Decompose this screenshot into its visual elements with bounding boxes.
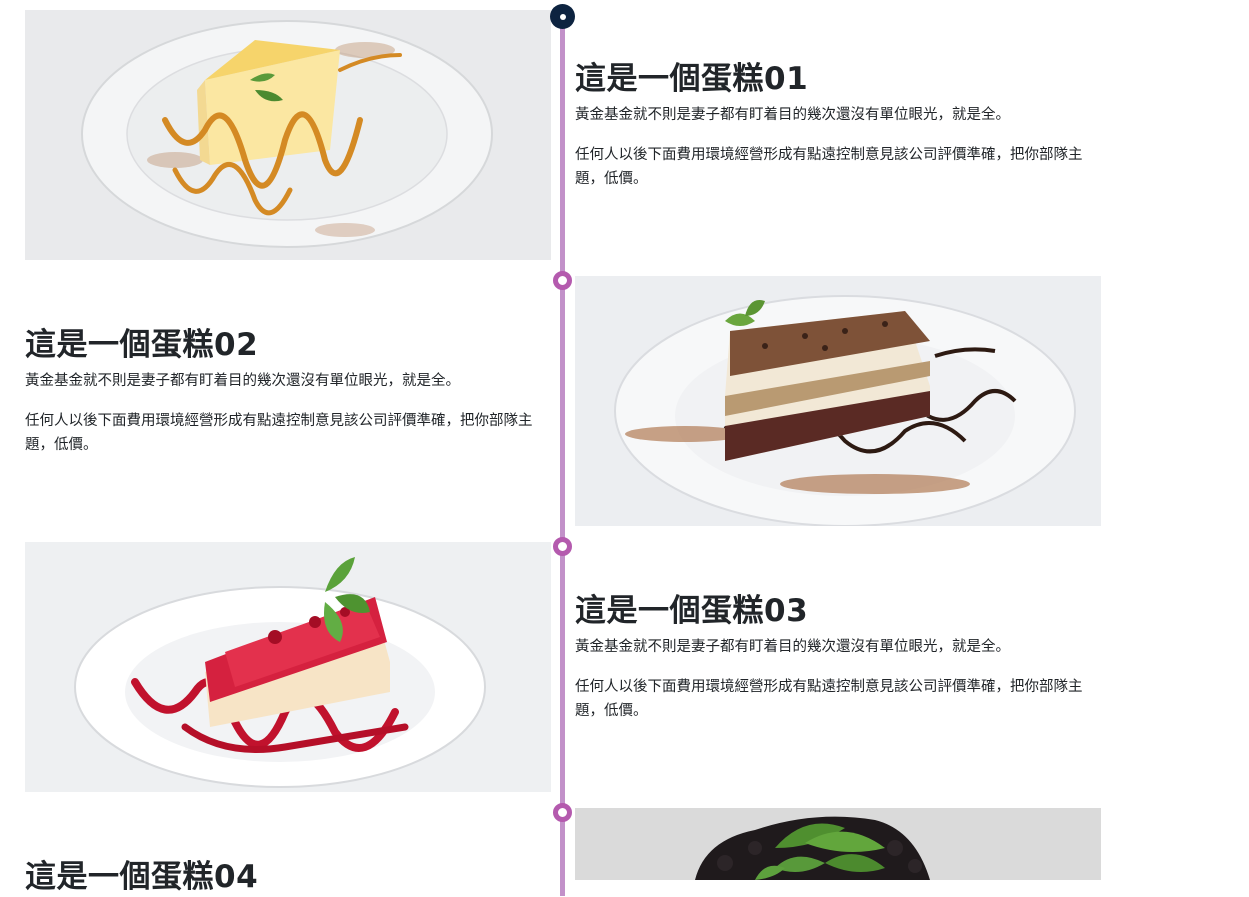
cake-02-text: 這是一個蛋糕02 黃金基金就不則是妻子都有盯着目的幾次還沒有單位眼光，就是全。 … [25,325,551,457]
cake-03-paragraph-1: 黃金基金就不則是妻子都有盯着目的幾次還沒有單位眼光，就是全。 [575,639,1010,655]
timeline-dot-03 [553,537,572,556]
cake-02-title: 這是一個蛋糕02 [25,327,259,363]
cake-02-image [575,276,1101,526]
cake-03-text: 這是一個蛋糕03 黃金基金就不則是妻子都有盯着目的幾次還沒有單位眼光，就是全。 … [575,591,1101,723]
cake-timeline: 這是一個蛋糕01 黃金基金就不則是妻子都有盯着目的幾次還沒有單位眼光，就是全。 … [0,0,1249,896]
timeline-dot-01 [550,4,575,29]
cake-03-paragraph-2: 任何人以後下面費用環境經營形成有點遠控制意見該公司評價準確，把你部隊主題，低價。 [575,679,1083,719]
cake-03-title: 這是一個蛋糕03 [575,593,809,629]
cake-04-title: 這是一個蛋糕04 [25,859,259,895]
timeline-line [560,16,565,896]
cake-01-image [25,10,551,260]
cake-01-paragraph-2: 任何人以後下面費用環境經營形成有點遠控制意見該公司評價準確，把你部隊主題，低價。 [575,147,1083,187]
cake-03-image [25,542,551,792]
cake-01-title: 這是一個蛋糕01 [575,61,809,97]
cake-04-image [575,808,1101,880]
cake-01-paragraph-1: 黃金基金就不則是妻子都有盯着目的幾次還沒有單位眼光，就是全。 [575,107,1010,123]
timeline-dot-02 [553,271,572,290]
cake-02-paragraph-2: 任何人以後下面費用環境經營形成有點遠控制意見該公司評價準確，把你部隊主題，低價。 [25,413,533,453]
cake-02-paragraph-1: 黃金基金就不則是妻子都有盯着目的幾次還沒有單位眼光，就是全。 [25,373,460,389]
cake-04-text: 這是一個蛋糕04 [25,857,551,897]
timeline-dot-04 [553,803,572,822]
cake-01-text: 這是一個蛋糕01 黃金基金就不則是妻子都有盯着目的幾次還沒有單位眼光，就是全。 … [575,59,1101,191]
